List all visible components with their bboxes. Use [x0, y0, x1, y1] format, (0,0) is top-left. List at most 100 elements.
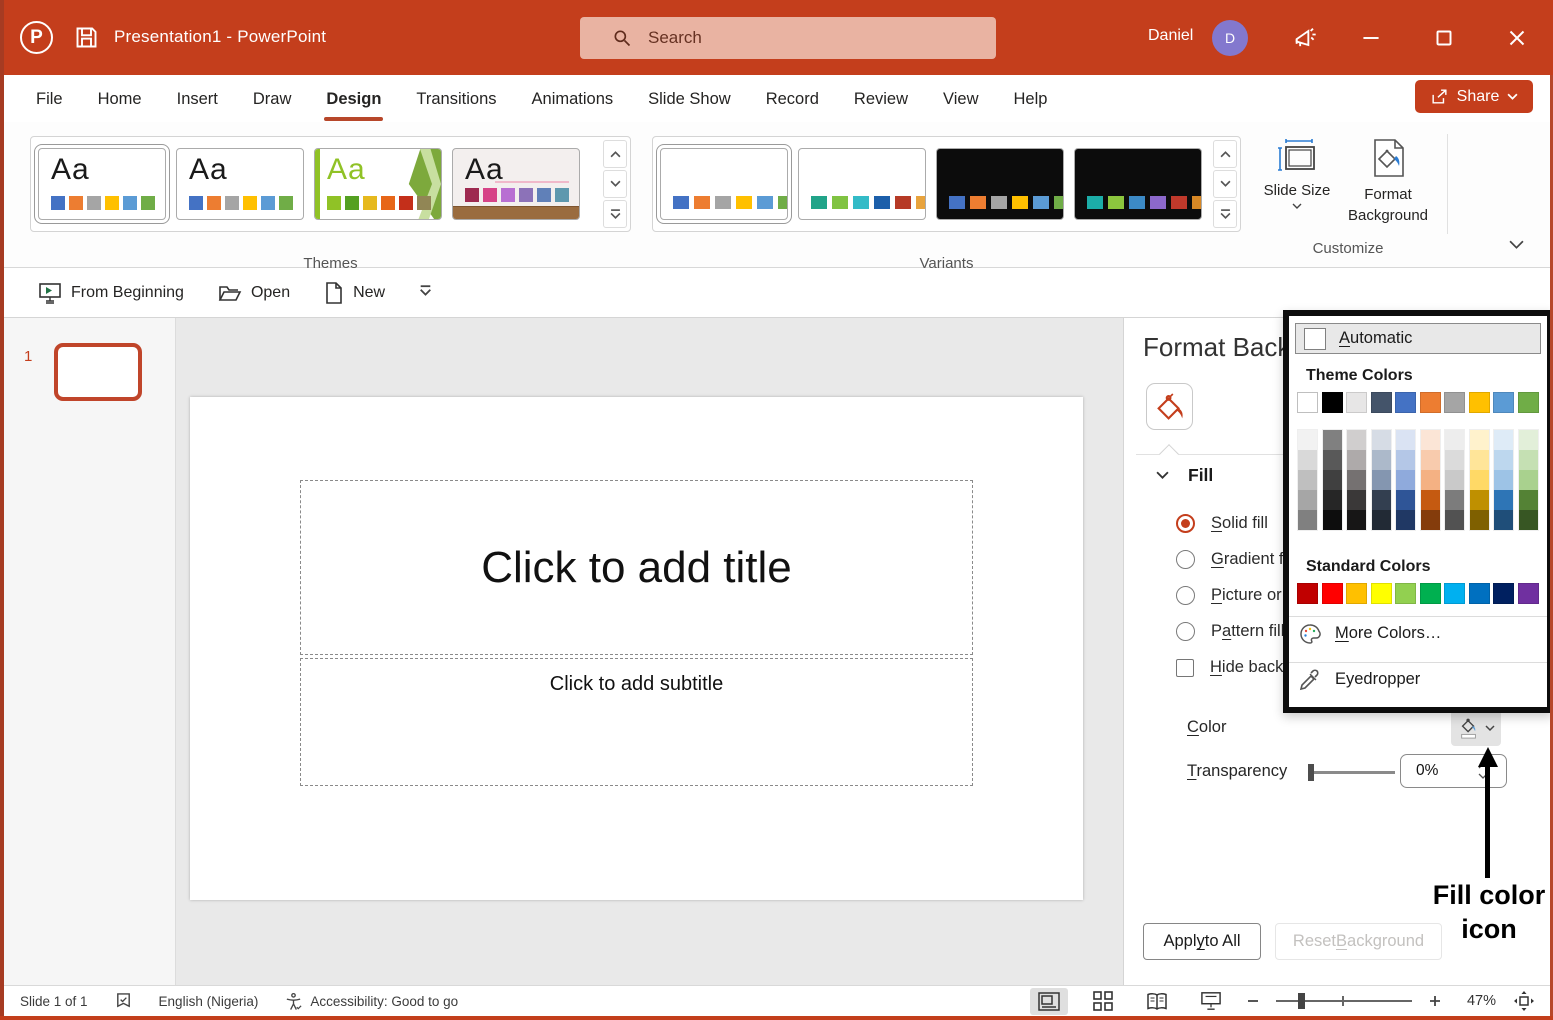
theme-variant-swatch[interactable]	[1494, 450, 1513, 470]
standard-color-swatch-2[interactable]	[1322, 583, 1343, 604]
apply-to-all-button[interactable]: Apply to All	[1143, 923, 1261, 960]
tab-help[interactable]: Help	[1011, 82, 1049, 116]
subtitle-placeholder[interactable]: Click to add subtitle	[300, 658, 973, 786]
theme-variant-swatch[interactable]	[1470, 490, 1489, 510]
slide[interactable]: Click to add title Click to add subtitle	[190, 397, 1083, 900]
theme-variant-swatch[interactable]	[1470, 510, 1489, 530]
share-button[interactable]: Share	[1415, 80, 1533, 113]
theme-variant-swatch[interactable]	[1298, 430, 1317, 450]
slide-sorter-view-button[interactable]	[1084, 988, 1122, 1015]
radio-button[interactable]	[1176, 622, 1195, 641]
theme-variant-swatch[interactable]	[1494, 430, 1513, 450]
theme-variant-swatch[interactable]	[1396, 430, 1415, 450]
theme-variant-swatch[interactable]	[1396, 470, 1415, 490]
themes-scroll-down[interactable]	[603, 170, 627, 198]
tab-slide-show[interactable]: Slide Show	[646, 82, 733, 116]
standard-color-swatch-8[interactable]	[1469, 583, 1490, 604]
theme-variant-swatch[interactable]	[1445, 510, 1464, 530]
theme-variant-swatch[interactable]	[1372, 450, 1391, 470]
theme-color-swatch-6[interactable]	[1420, 392, 1441, 413]
tab-record[interactable]: Record	[764, 82, 821, 116]
slide-thumbnail[interactable]	[54, 343, 142, 401]
new-button[interactable]: New	[314, 276, 395, 310]
fit-to-window-icon[interactable]	[1512, 989, 1536, 1013]
theme-variant-swatch[interactable]	[1421, 450, 1440, 470]
theme-variant-swatch[interactable]	[1470, 430, 1489, 450]
from-beginning-button[interactable]: From Beginning	[28, 276, 194, 310]
save-icon[interactable]	[73, 24, 100, 51]
theme-variant-swatch[interactable]	[1421, 430, 1440, 450]
theme-color-swatch-8[interactable]	[1469, 392, 1490, 413]
theme-color-swatch-4[interactable]	[1371, 392, 1392, 413]
theme-color-swatch-5[interactable]	[1395, 392, 1416, 413]
theme-tile-3[interactable]: Aa	[314, 148, 442, 220]
spell-check-button[interactable]	[114, 992, 133, 1011]
theme-variant-swatch[interactable]	[1519, 510, 1538, 530]
zoom-level[interactable]: 47%	[1458, 993, 1496, 1009]
theme-variant-swatch[interactable]	[1421, 490, 1440, 510]
format-background-button[interactable]: Format Background	[1342, 138, 1434, 230]
theme-color-swatch-7[interactable]	[1444, 392, 1465, 413]
theme-variant-swatch[interactable]	[1519, 490, 1538, 510]
zoom-slider[interactable]	[1276, 1000, 1412, 1002]
theme-variant-swatch[interactable]	[1470, 470, 1489, 490]
theme-variant-swatch[interactable]	[1396, 450, 1415, 470]
theme-variant-swatch[interactable]	[1323, 470, 1342, 490]
theme-variant-swatch[interactable]	[1372, 510, 1391, 530]
language-button[interactable]: English (Nigeria)	[159, 994, 259, 1009]
theme-variant-swatch[interactable]	[1347, 510, 1366, 530]
theme-variant-swatch[interactable]	[1519, 470, 1538, 490]
standard-color-swatch-3[interactable]	[1346, 583, 1367, 604]
standard-color-swatch-9[interactable]	[1493, 583, 1514, 604]
tab-file[interactable]: File	[34, 82, 65, 116]
theme-variant-swatch[interactable]	[1347, 430, 1366, 450]
checkbox[interactable]	[1176, 659, 1194, 677]
standard-color-swatch-7[interactable]	[1444, 583, 1465, 604]
tab-draw[interactable]: Draw	[251, 82, 294, 116]
theme-variant-swatch[interactable]	[1445, 430, 1464, 450]
theme-variant-swatch[interactable]	[1323, 450, 1342, 470]
minimize-button[interactable]	[1343, 0, 1399, 75]
theme-variant-swatch[interactable]	[1519, 450, 1538, 470]
theme-variant-swatch[interactable]	[1445, 470, 1464, 490]
fill-section-header[interactable]: Fill	[1156, 465, 1213, 486]
transparency-input[interactable]	[1401, 762, 1471, 780]
theme-variant-swatch[interactable]	[1323, 510, 1342, 530]
standard-color-swatch-1[interactable]	[1297, 583, 1318, 604]
title-placeholder[interactable]: Click to add title	[300, 480, 973, 655]
theme-variant-swatch[interactable]	[1494, 490, 1513, 510]
theme-color-swatch-10[interactable]	[1518, 392, 1539, 413]
tab-design[interactable]: Design	[324, 82, 383, 116]
variants-more-button[interactable]	[1213, 200, 1237, 228]
fill-tab-button[interactable]	[1146, 383, 1193, 430]
collapse-ribbon-chevron[interactable]	[1509, 237, 1524, 255]
quickbar-overflow-button[interactable]	[419, 284, 432, 302]
theme-tile-4[interactable]: Aa	[452, 148, 580, 220]
slideshow-view-button[interactable]	[1192, 988, 1230, 1015]
search-box[interactable]	[580, 17, 996, 59]
themes-scroll-up[interactable]	[603, 140, 627, 168]
variant-tile-2[interactable]	[798, 148, 926, 220]
theme-variant-swatch[interactable]	[1372, 470, 1391, 490]
standard-color-swatch-10[interactable]	[1518, 583, 1539, 604]
standard-color-swatch-4[interactable]	[1371, 583, 1392, 604]
theme-variant-swatch[interactable]	[1421, 470, 1440, 490]
normal-view-button[interactable]	[1030, 988, 1068, 1015]
radio-button[interactable]	[1176, 550, 1195, 569]
theme-color-swatch-2[interactable]	[1322, 392, 1343, 413]
theme-variant-swatch[interactable]	[1347, 450, 1366, 470]
tab-insert[interactable]: Insert	[175, 82, 220, 116]
theme-tile-1[interactable]: Aa	[38, 148, 166, 220]
open-button[interactable]: Open	[208, 277, 300, 309]
theme-color-swatch-3[interactable]	[1346, 392, 1367, 413]
theme-variant-swatch[interactable]	[1298, 510, 1317, 530]
standard-color-swatch-5[interactable]	[1395, 583, 1416, 604]
theme-variant-swatch[interactable]	[1347, 470, 1366, 490]
tab-home[interactable]: Home	[96, 82, 144, 116]
radio-button[interactable]	[1176, 514, 1195, 533]
tab-transitions[interactable]: Transitions	[414, 82, 498, 116]
variant-tile-3[interactable]	[936, 148, 1064, 220]
zoom-out-icon[interactable]	[1246, 994, 1260, 1008]
theme-variant-swatch[interactable]	[1494, 470, 1513, 490]
theme-variant-swatch[interactable]	[1347, 490, 1366, 510]
